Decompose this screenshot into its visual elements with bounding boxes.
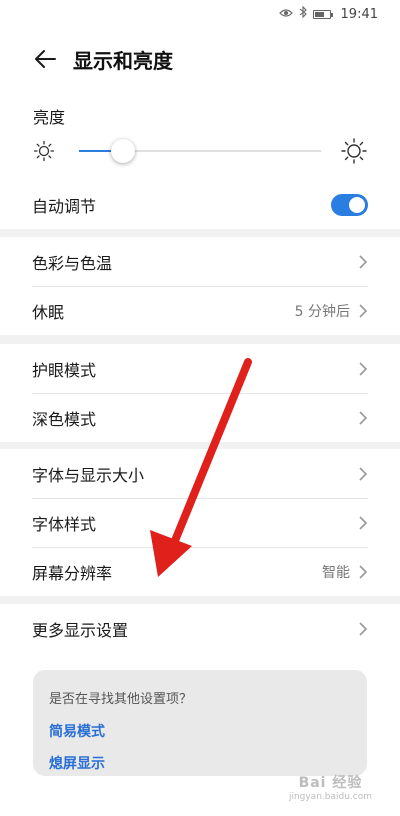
bluetooth-icon <box>299 5 307 22</box>
font-resolution-group: 字体与显示大小 字体样式 屏幕分辨率 智能 <box>0 449 400 596</box>
chevron-right-icon <box>359 411 368 425</box>
eye-dark-group: 护眼模式 深色模式 <box>0 344 400 442</box>
row-label: 休眠 <box>32 303 65 322</box>
slider-thumb[interactable] <box>110 139 135 163</box>
chevron-right-icon <box>359 304 368 318</box>
header: 显示和亮度 <box>0 28 400 90</box>
row-value: 智能 <box>322 565 350 581</box>
battery-icon <box>312 9 333 19</box>
status-icons: 19:41 <box>278 5 378 22</box>
auto-adjust-group: 自动调节 <box>0 180 400 229</box>
screen-resolution-row[interactable]: 屏幕分辨率 智能 <box>32 547 368 596</box>
row-value: 5 分钟后 <box>294 304 350 320</box>
watermark-brand: Bai 经验 <box>298 775 363 791</box>
slider-track[interactable] <box>79 139 321 163</box>
font-style-row[interactable]: 字体样式 <box>32 498 368 547</box>
color-temperature-row[interactable]: 色彩与色温 <box>32 237 368 286</box>
brightness-label: 亮度 <box>33 108 66 127</box>
row-label: 屏幕分辨率 <box>32 564 113 583</box>
auto-adjust-label: 自动调节 <box>32 196 97 216</box>
color-sleep-group: 色彩与色温 休眠 5 分钟后 <box>0 237 400 335</box>
back-button[interactable] <box>25 39 65 79</box>
auto-adjust-toggle[interactable] <box>331 193 368 216</box>
row-label: 字体样式 <box>32 515 97 534</box>
row-label: 护眼模式 <box>32 360 97 380</box>
status-time: 19:41 <box>340 6 378 22</box>
brightness-slider[interactable] <box>33 136 367 166</box>
always-on-display-link[interactable]: 熄屏显示 <box>49 753 351 773</box>
row-label: 色彩与色温 <box>32 253 113 273</box>
row-label: 字体与显示大小 <box>32 465 145 485</box>
page-title: 显示和亮度 <box>73 48 173 73</box>
watermark: Bai 经验 jingyan.baidu.com <box>289 772 372 802</box>
chevron-right-icon <box>359 516 368 530</box>
toggle-knob <box>349 196 365 213</box>
row-label: 更多显示设置 <box>32 620 129 640</box>
auto-adjust-row[interactable]: 自动调节 <box>32 180 368 229</box>
chevron-right-icon <box>359 565 368 579</box>
font-display-size-row[interactable]: 字体与显示大小 <box>32 449 368 498</box>
eye-comfort-row[interactable]: 护眼模式 <box>32 344 368 393</box>
simple-mode-link[interactable]: 简易模式 <box>49 721 351 741</box>
back-arrow-icon <box>35 50 56 68</box>
eye-comfort-icon <box>278 7 293 22</box>
brightness-high-icon <box>341 138 367 168</box>
chevron-right-icon <box>359 254 368 269</box>
status-bar: 19:41 <box>0 0 400 28</box>
chevron-right-icon <box>359 466 368 481</box>
more-display-settings-row[interactable]: 更多显示设置 <box>32 604 368 653</box>
display-brightness-screen: 19:41 显示和亮度 亮度 自动调节 色彩与色温 休眠 5 分钟后 护眼模式 … <box>0 0 400 816</box>
suggestion-card: 是否在寻找其他设置项？ 简易模式 熄屏显示 <box>33 670 367 776</box>
brightness-low-icon <box>33 140 55 166</box>
row-label: 深色模式 <box>32 410 97 429</box>
chevron-right-icon <box>359 621 368 636</box>
suggestion-title: 是否在寻找其他设置项？ <box>49 692 193 707</box>
sleep-row[interactable]: 休眠 5 分钟后 <box>32 286 368 335</box>
watermark-site: jingyan.baidu.com <box>288 792 372 802</box>
dark-mode-row[interactable]: 深色模式 <box>32 393 368 442</box>
chevron-right-icon <box>359 361 368 376</box>
